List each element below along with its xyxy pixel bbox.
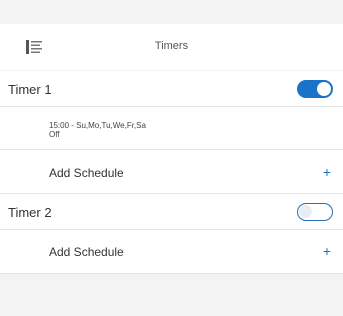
divider <box>0 273 343 274</box>
add-schedule-label: Add Schedule <box>49 166 124 180</box>
add-schedule-plus-icon[interactable]: + <box>323 164 331 180</box>
header-bar: Timers <box>0 24 343 70</box>
toggle-knob <box>299 205 312 218</box>
timers-screen: Timers Timer 1 15:00 - Su,Mo,Tu,We,Fr,Sa… <box>0 0 343 316</box>
timer-2-toggle[interactable] <box>297 203 333 221</box>
schedule-action: Off <box>49 130 60 139</box>
add-schedule-row-1[interactable]: Add Schedule + <box>0 150 343 194</box>
toggle-knob <box>317 82 331 96</box>
schedule-time-days: 15:00 - Su,Mo,Tu,We,Fr,Sa <box>49 121 146 130</box>
page-title: Timers <box>154 40 189 52</box>
timer-label: Timer 2 <box>8 205 52 220</box>
timer-1-toggle[interactable] <box>297 80 333 98</box>
schedule-row[interactable]: 15:00 - Su,Mo,Tu,We,Fr,Sa Off <box>0 107 343 150</box>
add-schedule-plus-icon[interactable]: + <box>323 243 331 259</box>
timer-row-2: Timer 2 <box>0 194 343 230</box>
add-schedule-row-2[interactable]: Add Schedule + <box>0 230 343 274</box>
add-schedule-label: Add Schedule <box>49 245 124 259</box>
timer-label: Timer 1 <box>8 82 52 97</box>
timer-row-1: Timer 1 <box>0 71 343 107</box>
